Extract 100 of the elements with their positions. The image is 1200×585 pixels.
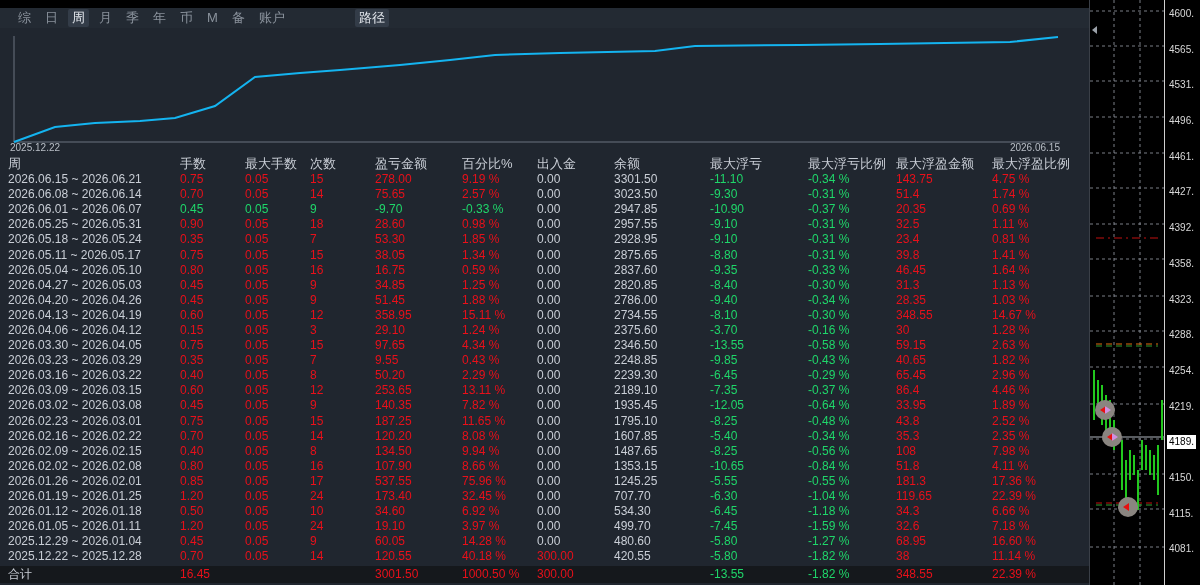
table-cell-text: -9.70 xyxy=(375,202,404,218)
table-cell-text: 35.3 xyxy=(896,428,921,444)
table-cell-text: 0.05 xyxy=(245,413,270,429)
table-cell-text: 0.00 xyxy=(537,202,562,218)
table-cell-text: 0.45 xyxy=(180,277,205,293)
table-cell-text: 119.65 xyxy=(896,489,933,504)
table-cell-text: 40.18 % xyxy=(462,549,508,565)
total-cell-text: -1.82 % xyxy=(808,567,851,583)
period-tab[interactable]: 综 xyxy=(14,9,35,27)
table-cell-text: 0.45 xyxy=(180,398,205,414)
column-header: 最大浮亏 xyxy=(710,156,763,172)
table-cell-text: 1353.15 xyxy=(614,458,659,474)
table-cell-text: 28.35 xyxy=(896,292,928,308)
table-cell-text: 0.05 xyxy=(245,353,270,369)
table-cell-text: 2026.03.30 ~ 2026.04.05 xyxy=(8,338,143,354)
table-cell-text: 24 xyxy=(310,489,325,504)
table-cell-text: 60.05 xyxy=(375,534,407,550)
table-cell-text: 8 xyxy=(310,368,318,384)
table-cell-text: -0.29 % xyxy=(808,368,851,384)
column-header: 百分比% xyxy=(462,156,514,172)
table-cell-text: 2837.60 xyxy=(614,262,659,278)
table-cell-text: 534.30 xyxy=(614,504,652,520)
table-cell-text: 0.60 xyxy=(180,383,205,399)
column-header: 盈亏金额 xyxy=(375,156,428,172)
column-header: 手数 xyxy=(180,156,207,172)
table-cell-text: 0.00 xyxy=(537,247,562,263)
table-cell-text: 0.00 xyxy=(537,353,562,369)
table-cell-text: 537.55 xyxy=(375,473,413,489)
table-cell-text: -5.80 xyxy=(710,534,739,550)
table-cell-text: -5.55 xyxy=(710,473,739,489)
period-tab[interactable]: 备 xyxy=(227,9,249,27)
table-cell-text: 300.00 xyxy=(537,549,575,565)
price-tick: 4358. xyxy=(1168,256,1196,271)
period-tab[interactable]: 周 xyxy=(68,9,89,27)
table-cell-text: 0.05 xyxy=(245,489,270,504)
table-cell-text: -8.10 xyxy=(710,307,739,323)
table-cell-text: 2026.01.19 ~ 2026.01.25 xyxy=(8,489,143,504)
table-cell-text: 2026.02.02 ~ 2026.02.08 xyxy=(8,458,143,474)
trade-marker xyxy=(1102,427,1122,447)
table-cell-text: 2026.05.11 ~ 2026.05.17 xyxy=(8,247,142,263)
table-cell-text: 0.05 xyxy=(245,247,270,263)
table-cell-text: 0.00 xyxy=(537,277,562,293)
table-cell-text: 16.60 % xyxy=(992,534,1038,550)
table-cell-text: 2026.04.27 ~ 2026.05.03 xyxy=(8,277,143,293)
table-cell-text: 0.00 xyxy=(537,519,562,535)
period-tab[interactable]: 年 xyxy=(149,9,170,27)
table-cell-text: -0.48 % xyxy=(808,413,851,429)
period-tab[interactable]: 日 xyxy=(41,9,62,27)
table-cell-text: 0.85 xyxy=(180,473,205,489)
table-cell-text: -13.55 xyxy=(710,338,746,354)
period-tab[interactable]: 币 xyxy=(176,9,197,27)
path-button[interactable]: 路径 xyxy=(354,9,389,27)
period-tab[interactable]: M xyxy=(203,9,222,27)
table-cell-text: 0.75 xyxy=(180,247,205,263)
table-cell-text: 0.35 xyxy=(180,232,205,248)
table-cell-text: 0.00 xyxy=(537,368,562,384)
table-cell-text: 17.36 % xyxy=(992,473,1038,489)
table-cell-text: 14.28 % xyxy=(462,534,508,550)
table-cell-text: 34.85 xyxy=(375,277,407,293)
table-cell-text: 19.10 xyxy=(375,519,407,535)
table-cell-text: 29.10 xyxy=(375,323,407,338)
table-cell-text: 0.90 xyxy=(180,217,205,233)
scroll-marker-icon xyxy=(1092,26,1097,34)
table-cell-text: 107.90 xyxy=(375,458,413,474)
price-tick: 4219. xyxy=(1168,399,1196,414)
table-cell-text: 15 xyxy=(310,413,325,429)
table-cell-text: -0.31 % xyxy=(808,232,851,248)
period-tab[interactable]: 账户 xyxy=(254,9,289,27)
table-cell-text: -7.35 xyxy=(710,383,739,399)
table-cell-text: 30 xyxy=(896,323,911,338)
period-tab[interactable]: 季 xyxy=(122,9,143,27)
table-cell-text: -0.43 % xyxy=(808,353,851,369)
table-cell-text: 2239.30 xyxy=(614,368,659,384)
table-cell-text: 0.00 xyxy=(537,443,562,459)
table-cell-text: 9 xyxy=(310,277,318,293)
table-cell-text: 2026.05.25 ~ 2026.05.31 xyxy=(8,217,143,233)
table-cell-text: 2026.02.16 ~ 2026.02.22 xyxy=(8,428,143,444)
table-cell-text: 9.19 % xyxy=(462,172,501,188)
table-cell-text: -12.05 xyxy=(710,398,746,414)
table-cell-text: 2026.03.09 ~ 2026.03.15 xyxy=(8,383,143,399)
price-level-line xyxy=(1095,343,1159,347)
column-header: 出入金 xyxy=(537,156,577,172)
table-cell-text: 0.05 xyxy=(245,368,270,384)
column-header: 最大浮盈金额 xyxy=(896,156,975,172)
period-tab[interactable]: 月 xyxy=(95,9,116,27)
table-cell-text: -0.55 % xyxy=(808,473,851,489)
table-cell-text: 34.3 xyxy=(896,504,921,520)
table-cell-text: -0.84 % xyxy=(808,458,851,474)
table-cell-text: -9.40 xyxy=(710,292,739,308)
price-tick: 4496. xyxy=(1168,114,1196,129)
table-cell-text: 0.40 xyxy=(180,443,205,459)
table-cell-text: -9.30 xyxy=(710,187,739,203)
table-cell-text: 32.6 xyxy=(896,519,921,535)
table-cell-text: 0.00 xyxy=(537,307,562,323)
table-cell-text: 0.05 xyxy=(245,549,270,565)
table-cell-text: 2875.65 xyxy=(614,247,659,263)
table-cell-text: 68.95 xyxy=(896,534,928,550)
table-cell-text: 2189.10 xyxy=(614,383,659,399)
table-cell-text: -0.34 % xyxy=(808,428,851,444)
price-tick: 4392. xyxy=(1168,221,1196,236)
